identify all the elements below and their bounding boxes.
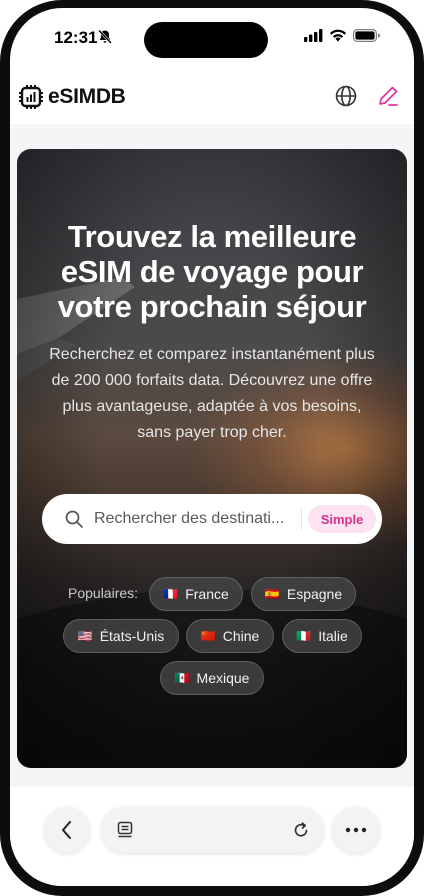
chip-label: France (185, 586, 229, 602)
app-header: eSIMDB (10, 70, 414, 126)
flag-icon: 🇫🇷 (163, 588, 179, 600)
chip-label: Mexique (196, 670, 250, 686)
signal-icon (304, 29, 323, 42)
back-button[interactable] (44, 807, 90, 853)
search-bar: Simple (42, 494, 382, 544)
reload-icon[interactable] (292, 821, 310, 839)
bell-slash-icon (98, 29, 112, 44)
pencil-icon[interactable] (376, 84, 400, 108)
popular-chip-etats-unis[interactable]: 🇺🇸 États-Unis (63, 619, 179, 653)
chevron-left-icon (62, 821, 71, 839)
more-button[interactable] (332, 807, 380, 853)
chip-label: États-Unis (99, 628, 165, 644)
popular-label: Populaires: (68, 585, 139, 601)
popular-chip-italie[interactable]: 🇮🇹 Italie (282, 619, 362, 653)
hero-section: Trouvez la meilleure eSIM de voyage pour… (17, 149, 407, 768)
flag-icon: 🇲🇽 (174, 672, 190, 684)
address-bar[interactable] (101, 807, 324, 853)
status-time: 12:31 (54, 28, 98, 47)
chip-label: Espagne (286, 586, 343, 602)
page-icon[interactable] (116, 821, 134, 839)
hero-subtitle: Recherchez et comparez instantanément pl… (49, 346, 375, 441)
popular-chip-france[interactable]: 🇫🇷 France (149, 577, 243, 611)
flag-icon: 🇮🇹 (296, 630, 312, 642)
phone-frame: 12:31 eSIMDB Trouvez la meilleure eSIM d… (0, 0, 424, 896)
popular-chip-mexique[interactable]: 🇲🇽 Mexique (160, 661, 264, 695)
status-bar: 12:31 (10, 8, 414, 66)
popular-chip-chine[interactable]: 🇨🇳 Chine (186, 619, 274, 653)
popular-chip-espagne[interactable]: 🇪🇸 Espagne (251, 577, 356, 611)
chip-icon (19, 85, 43, 109)
battery-icon (353, 29, 380, 42)
search-divider (301, 508, 302, 530)
chip-label: Chine (222, 628, 260, 644)
browser-toolbar (10, 790, 414, 886)
flag-icon: 🇺🇸 (77, 630, 93, 642)
search-icon (65, 510, 83, 528)
hero-title: Trouvez la meilleure eSIM de voyage pour… (57, 219, 367, 324)
status-icons (304, 29, 380, 42)
wifi-icon (330, 29, 346, 42)
logo-text: eSIMDB (48, 85, 126, 108)
logo[interactable]: eSIMDB (18, 84, 126, 110)
chip-label: Italie (318, 628, 348, 644)
search-input[interactable] (94, 506, 290, 532)
globe-icon[interactable] (334, 84, 358, 108)
search-mode-toggle[interactable]: Simple (308, 505, 376, 533)
flag-icon: 🇪🇸 (264, 588, 280, 600)
screen: 12:31 eSIMDB Trouvez la meilleure eSIM d… (10, 8, 414, 886)
flag-icon: 🇨🇳 (200, 630, 216, 642)
more-dots-icon (345, 827, 367, 833)
dynamic-island (144, 22, 268, 58)
